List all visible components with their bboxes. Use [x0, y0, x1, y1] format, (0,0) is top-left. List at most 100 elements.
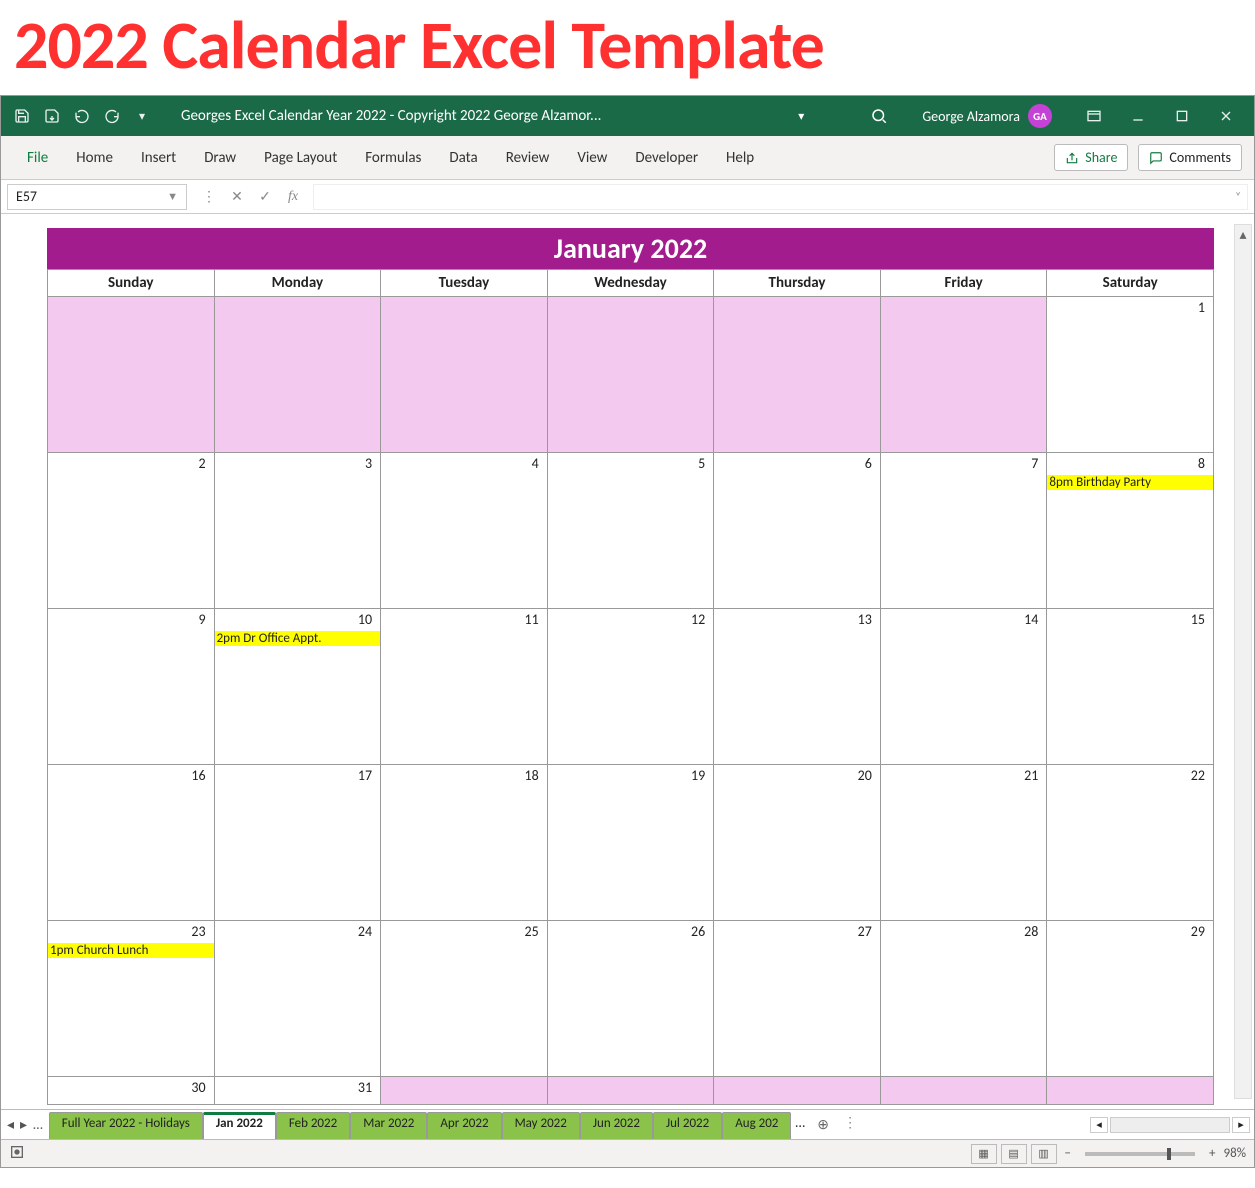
ribbon-display-icon[interactable] [1072, 101, 1116, 131]
calendar-cell[interactable]: 20 [714, 765, 881, 921]
sheet-tab[interactable]: Full Year 2022 - Holidays [49, 1112, 203, 1139]
tab-more-icon[interactable]: … [33, 1116, 43, 1133]
sheet-tab[interactable]: Jun 2022 [580, 1112, 653, 1139]
maximize-icon[interactable] [1160, 101, 1204, 131]
calendar-cell[interactable] [880, 1077, 1047, 1105]
user-account[interactable]: George Alzamora GA [922, 104, 1052, 128]
scroll-up-icon[interactable]: ▴ [1235, 225, 1251, 243]
calendar-cell[interactable]: 12 [547, 609, 714, 765]
calendar-cell[interactable]: 14 [880, 609, 1047, 765]
view-pagebreak-icon[interactable]: ▥ [1031, 1144, 1057, 1164]
calendar-cell[interactable]: 30 [48, 1077, 215, 1105]
tab-insert[interactable]: Insert [127, 136, 190, 180]
calendar-cell[interactable]: 231pm Church Lunch [48, 921, 215, 1077]
calendar-cell[interactable]: 26 [547, 921, 714, 1077]
calendar-cell[interactable]: 7 [880, 453, 1047, 609]
tab-help[interactable]: Help [712, 136, 768, 180]
calendar-cell[interactable]: 5 [547, 453, 714, 609]
calendar-cell[interactable]: 88pm Birthday Party [1047, 453, 1214, 609]
zoom-slider[interactable] [1085, 1152, 1195, 1156]
calendar-event[interactable]: 2pm Dr Office Appt. [215, 631, 381, 646]
search-icon[interactable] [864, 101, 894, 131]
calendar-cell[interactable]: 1 [1047, 297, 1214, 453]
tab-next-icon[interactable]: ▸ [20, 1116, 27, 1133]
hscroll-right-icon[interactable]: ▸ [1232, 1117, 1250, 1133]
calendar-event[interactable]: 1pm Church Lunch [48, 943, 214, 958]
calendar-cell[interactable]: 17 [214, 765, 381, 921]
tab-draw[interactable]: Draw [190, 136, 250, 180]
calendar-cell[interactable] [714, 297, 881, 453]
calendar-cell[interactable]: 21 [880, 765, 1047, 921]
tab-data[interactable]: Data [435, 136, 491, 180]
sheet-tab[interactable]: Aug 202 [722, 1112, 791, 1139]
name-box[interactable]: E57 ▼ [7, 184, 187, 210]
tab-file[interactable]: File [13, 136, 62, 180]
calendar-cell[interactable] [547, 1077, 714, 1105]
undo-icon[interactable] [67, 101, 97, 131]
comments-button[interactable]: Comments [1138, 144, 1242, 171]
tab-menu-icon[interactable]: ⋮ [837, 1110, 863, 1139]
cancel-icon[interactable]: ✕ [223, 188, 251, 205]
sheet-tab[interactable]: Jul 2022 [653, 1112, 722, 1139]
tab-pagelayout[interactable]: Page Layout [250, 136, 351, 180]
title-dropdown-icon[interactable]: ▾ [798, 109, 804, 124]
tab-overflow[interactable]: … [791, 1110, 809, 1139]
calendar-cell[interactable]: 11 [381, 609, 548, 765]
share-button[interactable]: Share [1054, 144, 1128, 171]
tab-view[interactable]: View [563, 136, 621, 180]
calendar-cell[interactable]: 29 [1047, 921, 1214, 1077]
calendar-cell[interactable]: 31 [214, 1077, 381, 1105]
view-pagelayout-icon[interactable]: ▤ [1001, 1144, 1027, 1164]
calendar-cell[interactable]: 2 [48, 453, 215, 609]
calendar-cell[interactable]: 9 [48, 609, 215, 765]
calendar-event[interactable]: 8pm Birthday Party [1047, 475, 1213, 490]
calendar-cell[interactable]: 24 [214, 921, 381, 1077]
enter-icon[interactable]: ✓ [251, 188, 279, 205]
calendar-cell[interactable] [381, 1077, 548, 1105]
sheet-tab[interactable]: Mar 2022 [350, 1112, 427, 1139]
calendar-cell[interactable]: 6 [714, 453, 881, 609]
autosave-icon[interactable] [37, 101, 67, 131]
tab-review[interactable]: Review [492, 136, 564, 180]
redo-icon[interactable] [97, 101, 127, 131]
calendar-cell[interactable] [880, 297, 1047, 453]
fx-icon[interactable]: fx [279, 189, 307, 205]
zoom-level[interactable]: 98% [1224, 1146, 1246, 1161]
sheet-tab[interactable]: Apr 2022 [427, 1112, 501, 1139]
calendar-cell[interactable]: 3 [214, 453, 381, 609]
calendar-cell[interactable] [547, 297, 714, 453]
calendar-cell[interactable]: 22 [1047, 765, 1214, 921]
calendar-cell[interactable]: 102pm Dr Office Appt. [214, 609, 381, 765]
sheet-tab[interactable]: May 2022 [502, 1112, 580, 1139]
new-sheet-icon[interactable]: ⊕ [809, 1110, 837, 1139]
tab-home[interactable]: Home [62, 136, 127, 180]
horizontal-scrollbar[interactable] [1110, 1117, 1230, 1133]
calendar-cell[interactable] [48, 297, 215, 453]
record-macro-icon[interactable] [9, 1144, 25, 1164]
calendar-cell[interactable]: 25 [381, 921, 548, 1077]
calendar-cell[interactable]: 4 [381, 453, 548, 609]
worksheet[interactable]: January 2022 SundayMondayTuesdayWednesda… [1, 214, 1254, 1109]
calendar-cell[interactable]: 15 [1047, 609, 1214, 765]
calendar-cell[interactable]: 19 [547, 765, 714, 921]
calendar-cell[interactable]: 13 [714, 609, 881, 765]
calendar-cell[interactable] [1047, 1077, 1214, 1105]
calendar-cell[interactable]: 27 [714, 921, 881, 1077]
calendar-cell[interactable] [714, 1077, 881, 1105]
zoom-out-icon[interactable]: − [1061, 1146, 1075, 1161]
sheet-tab[interactable]: Feb 2022 [276, 1112, 350, 1139]
tab-formulas[interactable]: Formulas [351, 136, 435, 180]
close-icon[interactable] [1204, 101, 1248, 131]
calendar-cell[interactable]: 16 [48, 765, 215, 921]
save-icon[interactable] [7, 101, 37, 131]
calendar-cell[interactable] [381, 297, 548, 453]
dropdown-icon[interactable]: ⋮ [195, 188, 223, 205]
view-normal-icon[interactable]: ▦ [971, 1144, 997, 1164]
hscroll-left-icon[interactable]: ◂ [1090, 1117, 1108, 1133]
vertical-scrollbar[interactable]: ▴ [1234, 224, 1252, 1099]
sheet-tab[interactable]: Jan 2022 [203, 1112, 276, 1139]
tab-developer[interactable]: Developer [621, 136, 712, 180]
expand-formula-icon[interactable]: ˅ [1235, 190, 1241, 203]
formula-input[interactable]: ˅ [313, 184, 1248, 210]
zoom-in-icon[interactable]: + [1205, 1146, 1219, 1161]
